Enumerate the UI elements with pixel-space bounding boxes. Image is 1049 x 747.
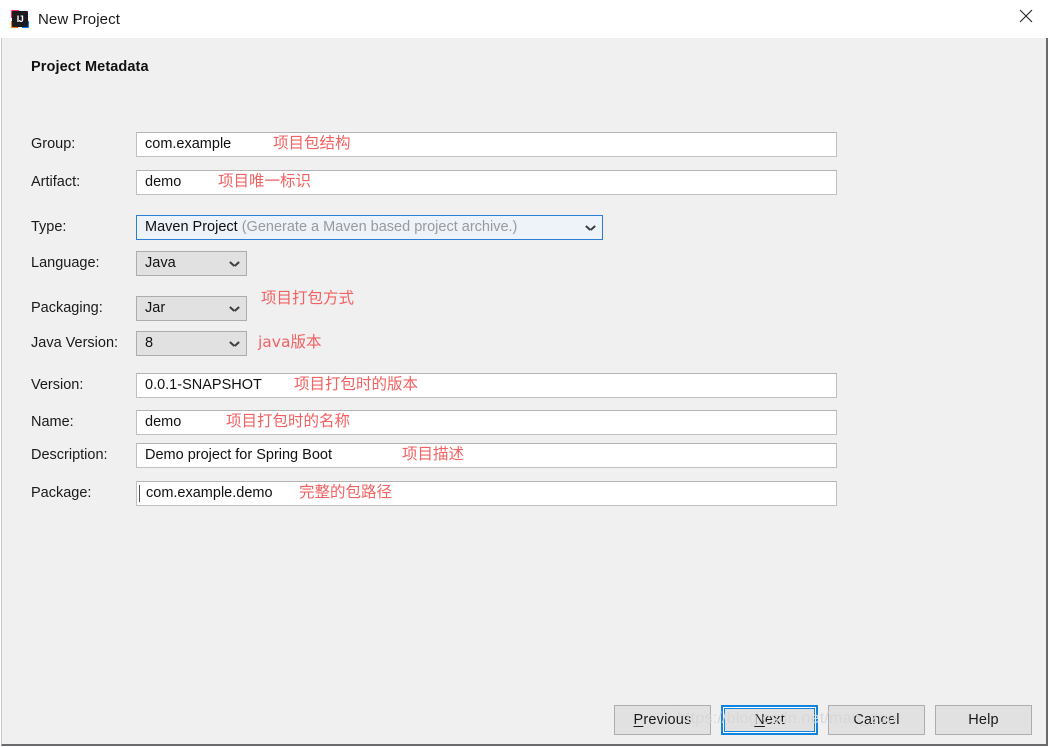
- previous-label: revious: [643, 712, 692, 728]
- description-input[interactable]: Demo project for Spring Boot: [136, 443, 837, 468]
- version-input[interactable]: 0.0.1-SNAPSHOT: [136, 373, 837, 398]
- package-input[interactable]: com.example.demo: [136, 481, 837, 506]
- name-label: Name:: [31, 414, 74, 430]
- description-annotation: 项目描述: [402, 445, 465, 463]
- help-label: elp: [978, 712, 999, 728]
- next-mnemonic: N: [754, 712, 765, 728]
- chevron-down-icon: [230, 261, 239, 267]
- new-project-dialog: IJ New Project Project Metadata Group: c…: [0, 0, 1049, 747]
- page-title: Project Metadata: [31, 59, 149, 75]
- version-annotation: 项目打包时的版本: [294, 375, 419, 393]
- chevron-down-icon: [230, 341, 239, 347]
- previous-button[interactable]: Previous: [614, 705, 711, 735]
- packaging-label: Packaging:: [31, 300, 103, 316]
- type-combobox[interactable]: Maven Project (Generate a Maven based pr…: [136, 215, 603, 240]
- language-combobox[interactable]: Java: [136, 251, 247, 276]
- group-label: Group:: [31, 136, 76, 152]
- cancel-button[interactable]: Cancel: [828, 705, 925, 735]
- packaging-value: Jar: [145, 300, 166, 316]
- packaging-annotation: 项目打包方式: [261, 289, 355, 307]
- group-input[interactable]: com.example: [136, 132, 837, 157]
- help-button[interactable]: Help: [935, 705, 1032, 735]
- artifact-label: Artifact:: [31, 174, 81, 190]
- packaging-combobox[interactable]: Jar: [136, 296, 247, 321]
- description-label: Description:: [31, 447, 108, 463]
- java-version-annotation: java版本: [258, 333, 322, 351]
- java-version-combobox[interactable]: 8: [136, 331, 247, 356]
- type-value: Maven Project: [145, 219, 238, 235]
- title-bar: IJ New Project: [0, 0, 1049, 38]
- name-annotation: 项目打包时的名称: [226, 412, 351, 430]
- version-label: Version:: [31, 377, 84, 393]
- group-annotation: 项目包结构: [273, 134, 351, 152]
- next-button[interactable]: Next: [721, 705, 818, 735]
- language-label: Language:: [31, 255, 100, 271]
- cancel-label: ancel: [864, 712, 900, 728]
- language-value: Java: [145, 255, 176, 271]
- help-mnemonic: H: [968, 712, 979, 728]
- artifact-annotation: 项目唯一标识: [218, 172, 312, 190]
- next-label: ext: [764, 712, 785, 728]
- dialog-content: Project Metadata Group: com.example 项目包结…: [1, 38, 1048, 746]
- java-version-value: 8: [145, 335, 154, 351]
- chevron-down-icon: [586, 225, 595, 231]
- intellij-idea-icon: IJ: [11, 10, 29, 28]
- package-annotation: 完整的包路径: [299, 483, 393, 501]
- cancel-mnemonic: C: [853, 712, 864, 728]
- window-title: New Project: [38, 10, 120, 28]
- package-label: Package:: [31, 485, 92, 501]
- type-label: Type:: [31, 219, 67, 235]
- type-hint: (Generate a Maven based project archive.…: [241, 219, 518, 235]
- previous-mnemonic: P: [633, 712, 644, 728]
- chevron-down-icon: [230, 306, 239, 312]
- java-version-label: Java Version:: [31, 335, 119, 351]
- close-icon[interactable]: [1003, 0, 1049, 32]
